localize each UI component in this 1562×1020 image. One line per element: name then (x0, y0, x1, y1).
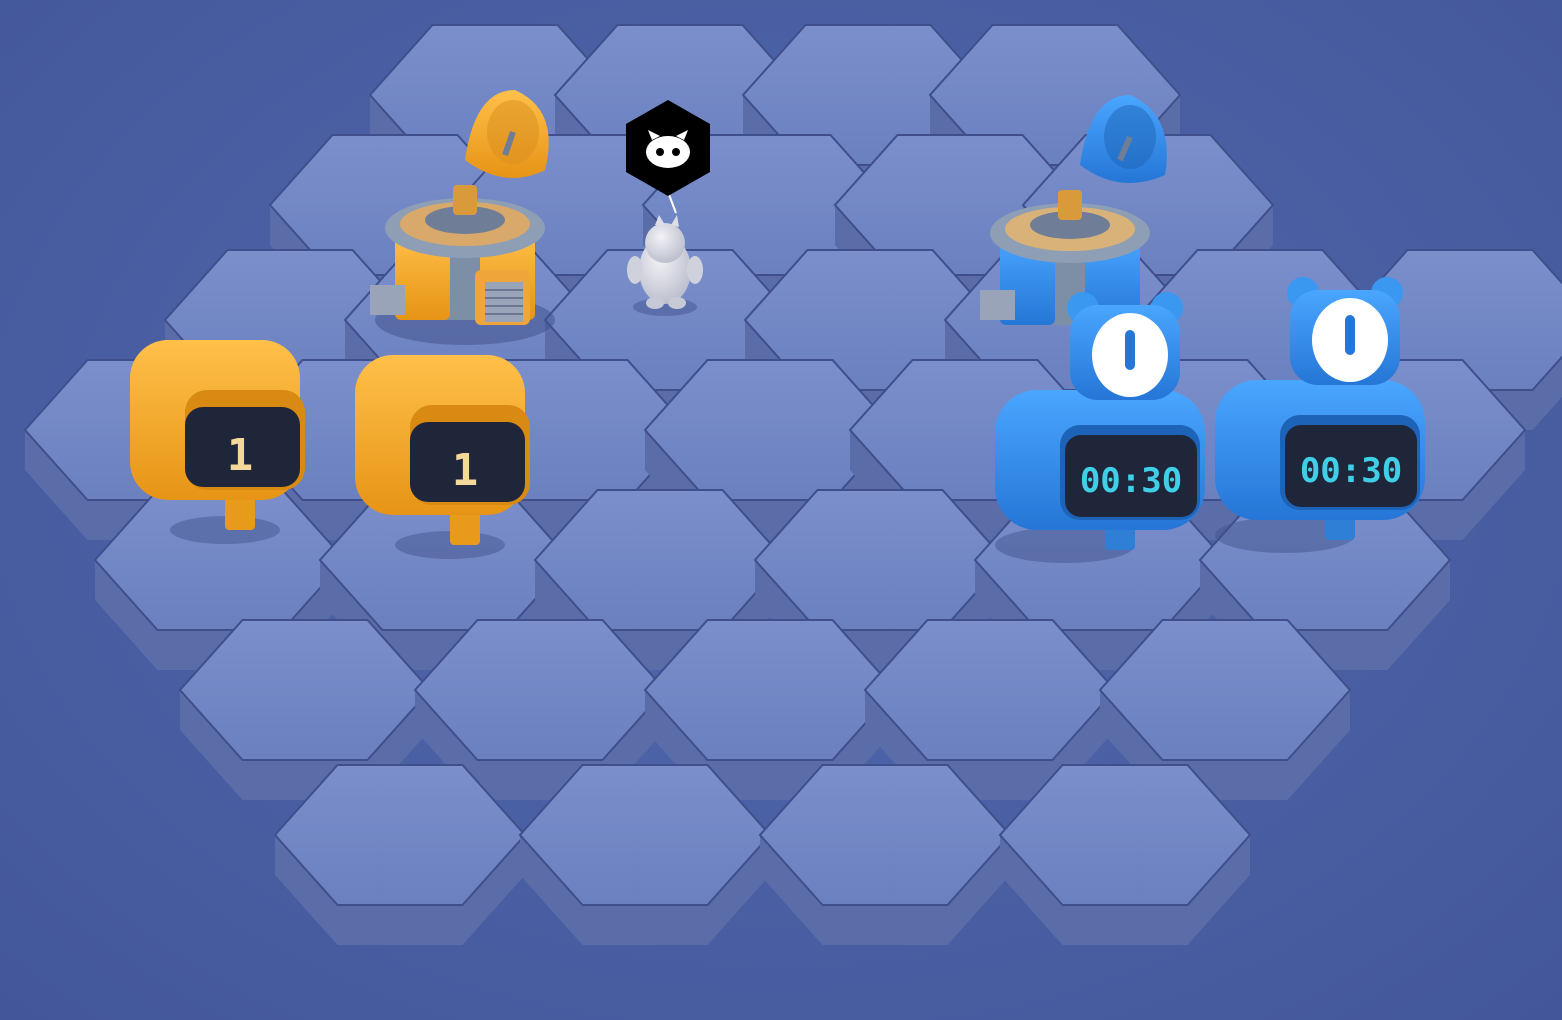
blue-timer-2-label: 00:30 (1300, 451, 1402, 491)
blue-timer-1-label: 00:30 (1080, 461, 1182, 501)
alarm-clock-icon (1067, 292, 1183, 400)
orange-counter-1-label: 1 (227, 430, 254, 481)
orange-counter-2-label: 1 (452, 445, 479, 496)
hex-board: 1 1 00:30 00:30 (23, 24, 1562, 945)
alarm-clock-icon (1287, 277, 1403, 385)
game-scene: 1 1 00:30 00:30 (0, 0, 1562, 1020)
